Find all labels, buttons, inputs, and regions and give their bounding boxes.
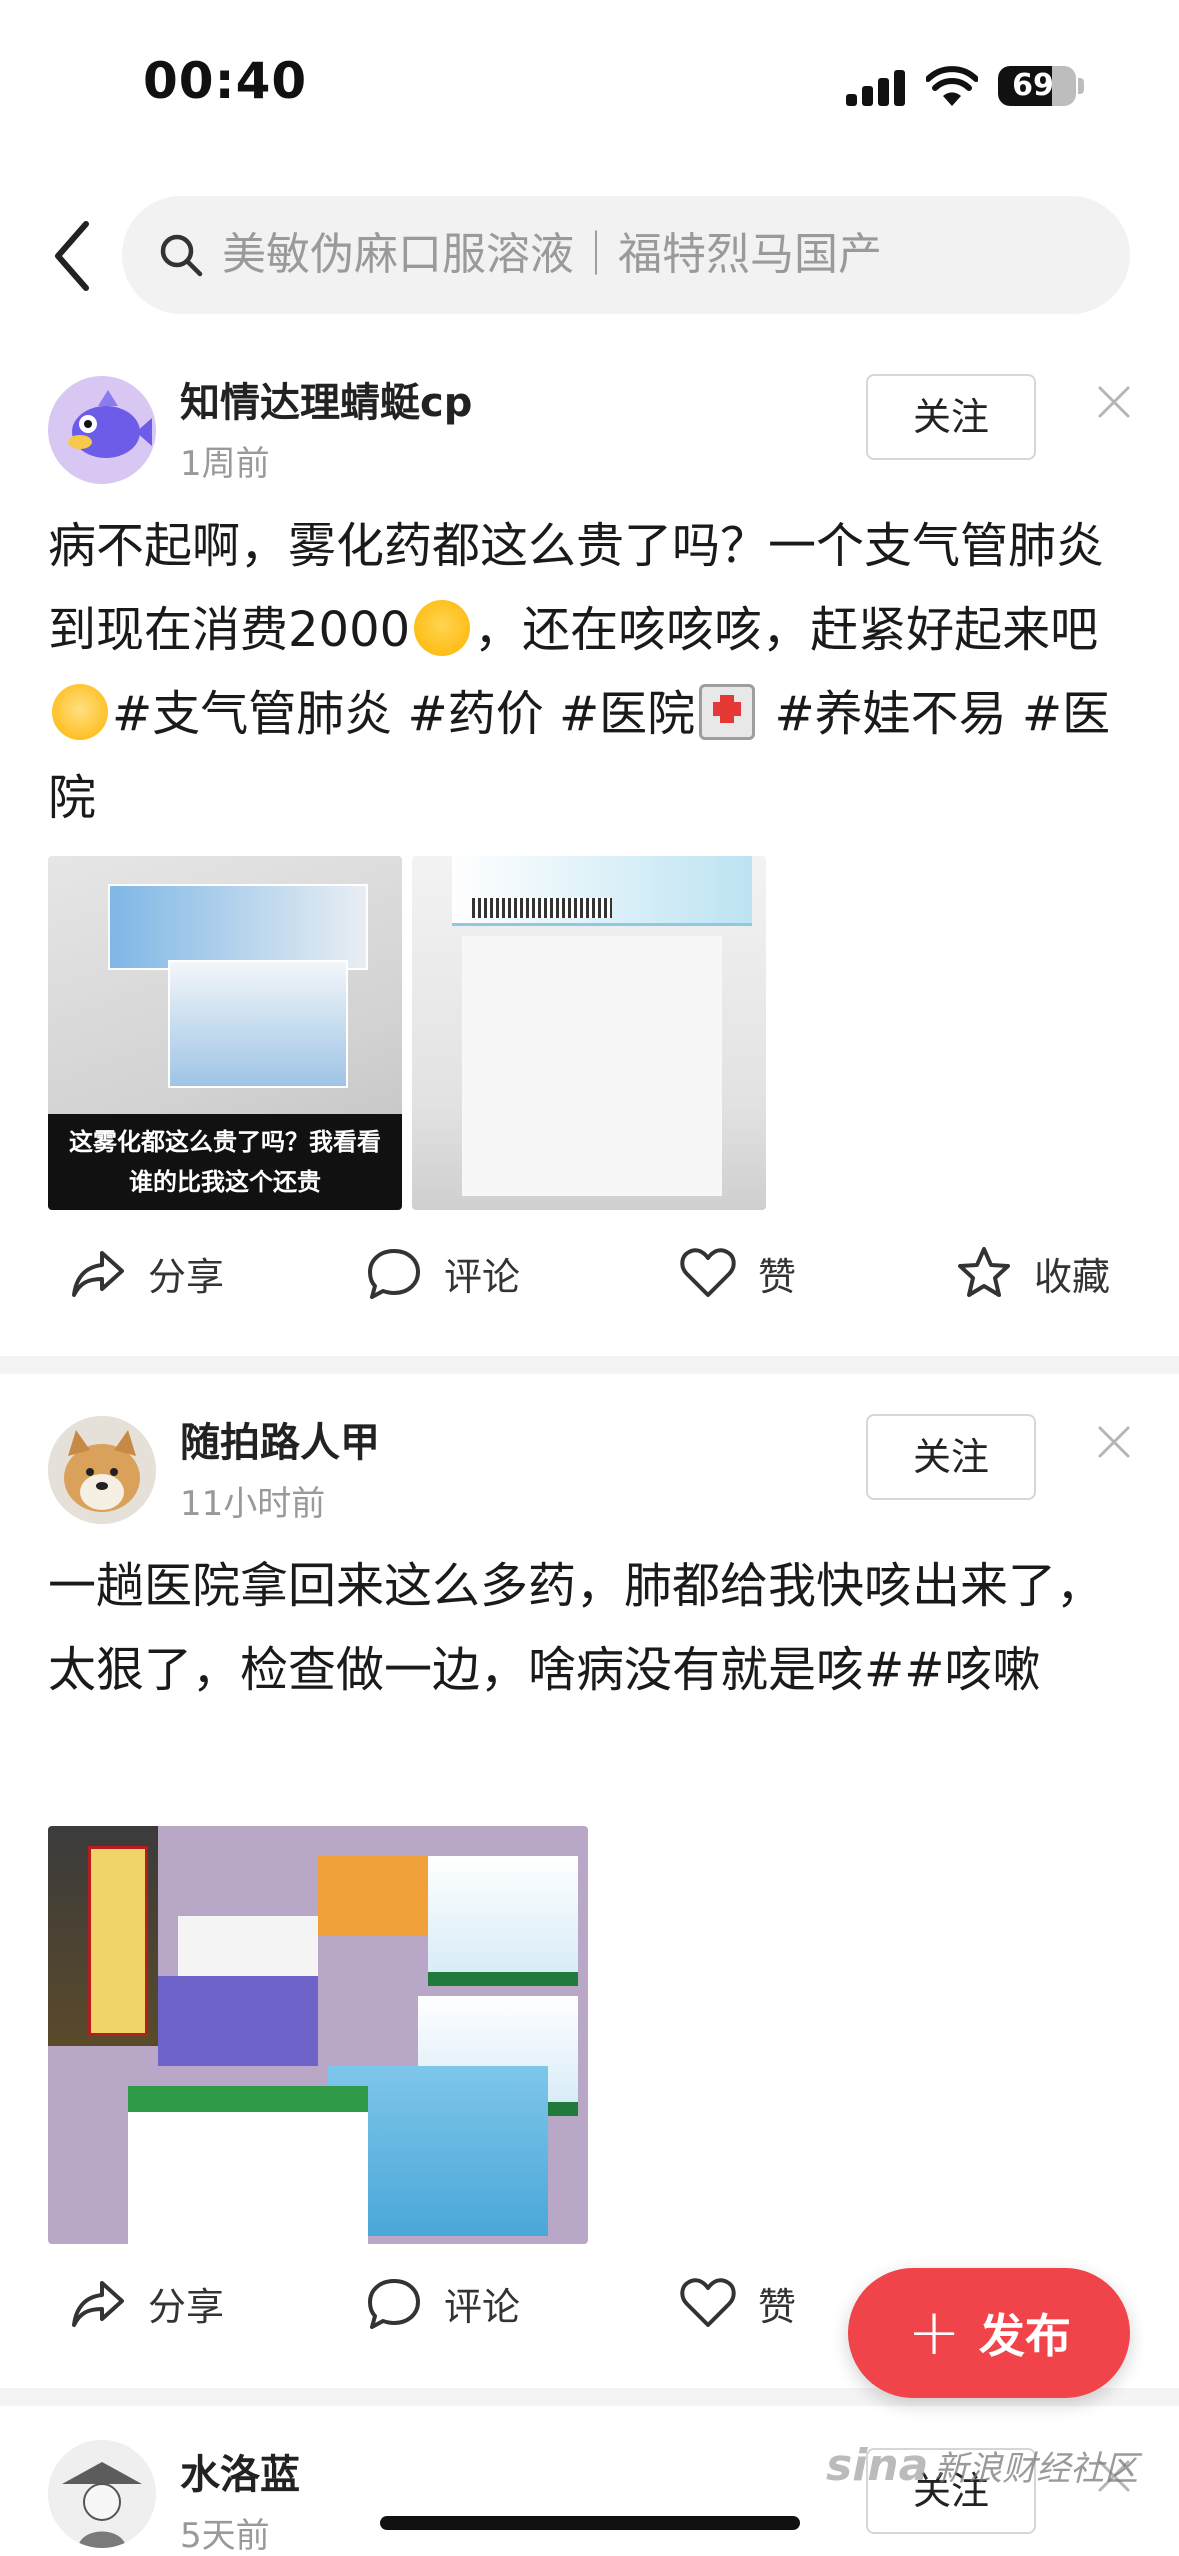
post-time: 5天前	[180, 2516, 270, 2556]
like-label: 赞	[758, 1254, 797, 1299]
post-text: 一趟医院拿回来这么多药，肺都给我快咳出来了，太狠了，检查做一边，啥病没有就是咳#…	[48, 1558, 1105, 1698]
medicine-box-image	[428, 1856, 578, 1986]
image-caption: 这雾化都这么贵了吗？我看看谁的比我这个还贵	[48, 1114, 402, 1210]
avatar[interactable]	[48, 1416, 156, 1524]
share-button[interactable]: 分享	[68, 2258, 224, 2348]
fish-avatar-icon	[68, 390, 152, 458]
sweat-smile-emoji-icon	[414, 600, 471, 656]
comment-label: 评论	[444, 2284, 521, 2329]
status-bar: 00:40 69	[0, 0, 1179, 170]
medicine-box-image	[318, 1856, 428, 1936]
post-image[interactable]	[412, 856, 766, 1210]
medicine-box-image	[128, 2086, 368, 2244]
follow-button[interactable]: 关注	[866, 374, 1036, 460]
home-indicator[interactable]	[380, 2516, 800, 2530]
avatar[interactable]	[48, 2440, 156, 2548]
battery-level: 69	[1012, 68, 1054, 103]
post-time: 1周前	[180, 444, 270, 484]
dog-avatar-icon	[48, 1416, 156, 1524]
username[interactable]: 随拍路人甲	[180, 1410, 380, 1468]
medicine-box-image	[168, 960, 348, 1088]
post-time: 11小时前	[180, 1484, 326, 1524]
post-image[interactable]: 这雾化都这么贵了吗？我看看谁的比我这个还贵	[48, 856, 402, 1210]
post-card[interactable]: 随拍路人甲 11小时前 关注 一趟医院拿回来这么多药，肺都给我快咳出来了，太狠了…	[0, 1380, 1179, 2380]
watermark-brand: sina	[826, 2440, 929, 2491]
hashtags[interactable]: #支气管肺炎 #药价 #医院	[112, 686, 695, 742]
star-icon	[958, 1247, 1010, 1297]
heart-icon	[680, 2278, 736, 2327]
follow-button[interactable]: 关注	[866, 1414, 1036, 1500]
post-actions: 分享 评论 赞 收藏	[0, 1228, 1179, 1318]
plus-icon: +	[907, 2296, 961, 2370]
battery-indicator: 69	[998, 66, 1076, 106]
battery-cap	[1078, 78, 1084, 94]
medicine-box-image	[158, 1976, 318, 2066]
post-image[interactable]	[48, 1826, 588, 2244]
username[interactable]: 知情达理蜻蜓cp	[180, 370, 472, 428]
hospital-emoji-icon	[699, 684, 756, 740]
post-card[interactable]: 知情达理蜻蜓cp 1周前 关注 病不起啊，雾化药都这么贵了吗？一个支气管肺炎到现…	[0, 340, 1179, 1340]
sketch-avatar-icon	[48, 2440, 156, 2548]
post-text-part: ，还在咳咳咳，赶紧好起来吧	[474, 602, 1099, 658]
collect-button[interactable]: 收藏	[954, 1228, 1110, 1318]
comment-icon	[368, 2279, 420, 2329]
medicine-box-image	[108, 884, 368, 970]
close-icon[interactable]	[1096, 384, 1132, 420]
watermark-text: 新浪财经社区	[934, 2449, 1139, 2489]
status-time: 00:40	[143, 52, 308, 110]
receipt-image	[462, 936, 722, 1196]
comment-icon	[368, 1249, 420, 1299]
post-divider	[0, 1356, 1179, 1374]
publish-button[interactable]: + 发布	[848, 2268, 1130, 2398]
cellular-signal-icon	[846, 70, 906, 106]
post-text: 病不起啊，雾化药都这么贵了吗？一个支气管肺炎到现在消费2000 ，还在咳咳咳，赶紧…	[48, 504, 1138, 840]
barcode-image	[472, 898, 612, 918]
share-icon	[72, 2281, 124, 2327]
avatar[interactable]	[48, 376, 156, 484]
close-icon[interactable]	[1096, 1424, 1132, 1460]
medicine-box-image	[88, 1846, 148, 2036]
heart-icon	[680, 1248, 736, 1297]
like-button[interactable]: 赞	[678, 1228, 796, 1318]
publish-label: 发布	[978, 2309, 1071, 2363]
share-icon	[72, 1251, 124, 1297]
share-button[interactable]: 分享	[68, 1228, 224, 1318]
collect-label: 收藏	[1034, 1254, 1111, 1299]
share-label: 分享	[148, 1254, 225, 1299]
share-label: 分享	[148, 2284, 225, 2329]
like-label: 赞	[758, 2284, 797, 2329]
watermark: sina 新浪财经社区	[826, 2440, 1138, 2491]
search-bar[interactable]: 美敏伪麻口服溶液｜福特烈马国产	[122, 196, 1130, 314]
comment-button[interactable]: 评论	[364, 2258, 520, 2348]
search-query: 美敏伪麻口服溶液｜福特烈马国产	[222, 229, 882, 280]
wifi-icon	[926, 66, 978, 106]
like-button[interactable]: 赞	[678, 2258, 796, 2348]
smile-emoji-icon	[52, 684, 108, 740]
search-icon	[160, 234, 203, 277]
comment-button[interactable]: 评论	[364, 1228, 520, 1318]
username[interactable]: 水洛蓝	[180, 2442, 300, 2500]
back-button[interactable]	[48, 218, 98, 294]
comment-label: 评论	[444, 1254, 521, 1299]
